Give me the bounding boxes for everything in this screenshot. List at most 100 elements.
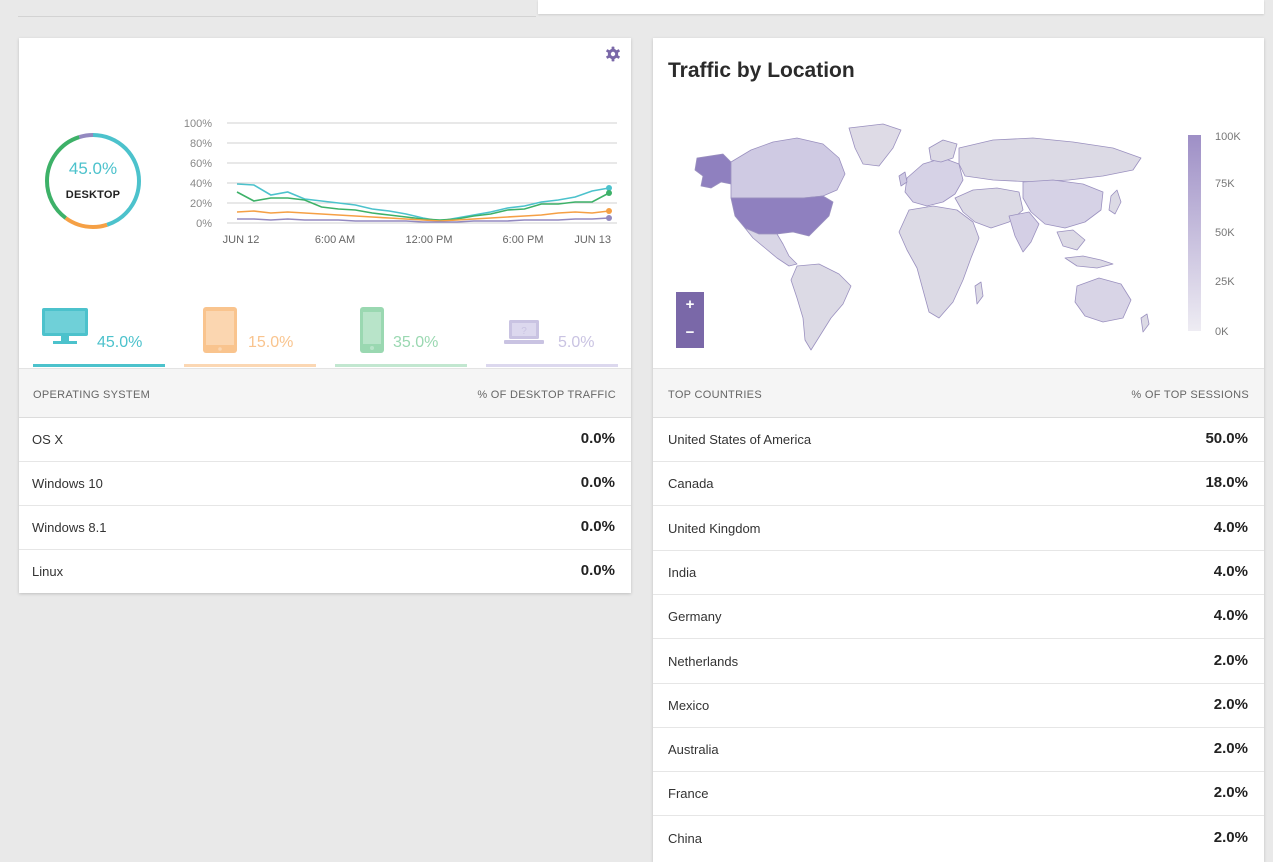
map-region-europe (904, 157, 964, 207)
tab-other[interactable]: ? 5.0% (486, 306, 618, 367)
country-name: Australia (668, 742, 719, 758)
tab-tablet[interactable]: 15.0% (184, 306, 316, 367)
country-session-share: 2.0% (1213, 651, 1248, 669)
table-row[interactable]: France 2.0% (653, 771, 1264, 817)
tablet-percent: 15.0% (248, 334, 294, 351)
tablet-icon (202, 306, 238, 359)
y-tick-label: 20% (190, 198, 212, 210)
country-name: France (668, 786, 709, 802)
mobile-tab-bar (335, 364, 467, 367)
table-row[interactable]: Windows 8.1 0.0% (19, 505, 631, 550)
legend-tick: 75K (1215, 178, 1235, 190)
map-region-alaska (694, 153, 732, 189)
map-region-southeast-asia (1056, 229, 1086, 251)
country-session-share: 4.0% (1213, 607, 1248, 625)
mobile-percent: 35.0% (393, 334, 439, 351)
desktop-percent: 45.0% (97, 334, 143, 351)
os-name: OS X (32, 432, 64, 447)
world-map[interactable] (673, 118, 1153, 358)
country-session-share: 2.0% (1213, 784, 1248, 802)
map-region-australia (1074, 277, 1132, 323)
legend-tick: 0K (1215, 326, 1229, 338)
tab-mobile[interactable]: 35.0% (335, 306, 467, 367)
donut-percent: 45.0% (68, 159, 118, 178)
zoom-in-button[interactable]: + (676, 292, 704, 320)
map-region-mexico (744, 227, 798, 267)
map-region-scandinavia (928, 139, 958, 163)
country-name: China (668, 830, 702, 846)
y-tick-label: 40% (190, 178, 212, 190)
map-region-india (1008, 211, 1040, 253)
legend-tick: 100K (1215, 131, 1241, 143)
country-name: United States of America (668, 432, 812, 447)
map-zoom-controls: + − (676, 292, 704, 348)
other-tab-bar (486, 364, 618, 367)
legend-tick: 25K (1215, 276, 1235, 288)
table-row[interactable]: Windows 10 0.0% (19, 461, 631, 506)
map-legend-scale (1188, 135, 1201, 331)
top-panel-edge (538, 0, 1264, 14)
series-end-point (606, 208, 612, 214)
y-tick-label: 0% (196, 218, 212, 230)
top-divider (18, 0, 536, 17)
os-value: 0.0% (580, 518, 615, 535)
map-region-africa (898, 205, 980, 319)
y-tick-label: 80% (190, 138, 212, 150)
country-session-share: 18.0% (1205, 474, 1248, 492)
device-donut-chart (45, 133, 141, 229)
country-session-share: 2.0% (1213, 740, 1248, 758)
series-end-point (606, 190, 612, 196)
os-column-header: OPERATING SYSTEM (33, 389, 151, 401)
countries-column-header: TOP COUNTRIES (668, 389, 762, 401)
other-percent: 5.0% (558, 334, 595, 351)
table-row[interactable]: India 4.0% (653, 550, 1264, 595)
country-name: Germany (668, 609, 722, 625)
x-tick-label: 6:00 PM (503, 234, 544, 246)
donut-label: DESKTOP (65, 189, 121, 201)
table-row[interactable]: United Kingdom 4.0% (653, 506, 1264, 551)
map-region-canada (730, 137, 846, 199)
series-end-point (606, 215, 612, 221)
desktop-tab-bar (33, 364, 165, 367)
table-row[interactable]: Canada 18.0% (653, 461, 1264, 507)
country-session-share: 50.0% (1205, 430, 1248, 447)
card-title: Traffic by Location (668, 59, 855, 82)
y-tick-label: 60% (190, 158, 212, 170)
os-table-header: OPERATING SYSTEM % OF DESKTOP TRAFFIC (19, 368, 631, 418)
y-tick-label: 100% (184, 118, 212, 130)
country-name: Netherlands (668, 653, 739, 669)
table-row[interactable]: China 2.0% (653, 816, 1264, 860)
traffic-by-location-card: Traffic by Location 100K 75K 50K 25K 0K … (653, 38, 1264, 862)
series-line (236, 191, 610, 221)
desktop-traffic-column-header: % OF DESKTOP TRAFFIC (477, 389, 616, 401)
tab-desktop[interactable]: 45.0% (33, 306, 165, 367)
map-region-madagascar (974, 281, 984, 305)
table-row[interactable]: Linux 0.0% (19, 549, 631, 593)
country-session-share: 2.0% (1213, 695, 1248, 713)
map-region-japan (1108, 189, 1122, 215)
x-tick-label: 6:00 AM (315, 234, 355, 246)
country-name: Mexico (668, 697, 710, 713)
table-row[interactable]: OS X 0.0% (19, 417, 631, 462)
zoom-out-button[interactable]: − (676, 320, 704, 348)
table-row[interactable]: Netherlands 2.0% (653, 639, 1264, 684)
unknown-laptop-icon: ? (504, 319, 544, 352)
table-row[interactable]: Mexico 2.0% (653, 683, 1264, 728)
table-row[interactable]: United States of America 50.0% (653, 417, 1264, 462)
x-tick-label: JUN 12 (223, 234, 260, 246)
legend-tick: 50K (1215, 227, 1235, 239)
country-name: Canada (668, 476, 714, 492)
os-value: 0.0% (580, 562, 615, 579)
os-name: Linux (32, 564, 64, 579)
gear-icon[interactable] (605, 46, 621, 62)
country-session-share: 2.0% (1213, 828, 1248, 846)
x-tick-label: JUN 13 (574, 234, 611, 246)
os-name: Windows 10 (32, 476, 103, 491)
os-value: 0.0% (580, 430, 615, 447)
country-session-share: 4.0% (1213, 562, 1248, 580)
svg-text:?: ? (521, 326, 527, 337)
table-row[interactable]: Australia 2.0% (653, 727, 1264, 773)
os-value: 0.0% (580, 474, 615, 491)
table-row[interactable]: Germany 4.0% (653, 594, 1264, 640)
device-traffic-card: 45.0% DESKTOP 0% 20% 40% 60% 80% 100% JUN 12 6:… (19, 38, 631, 593)
